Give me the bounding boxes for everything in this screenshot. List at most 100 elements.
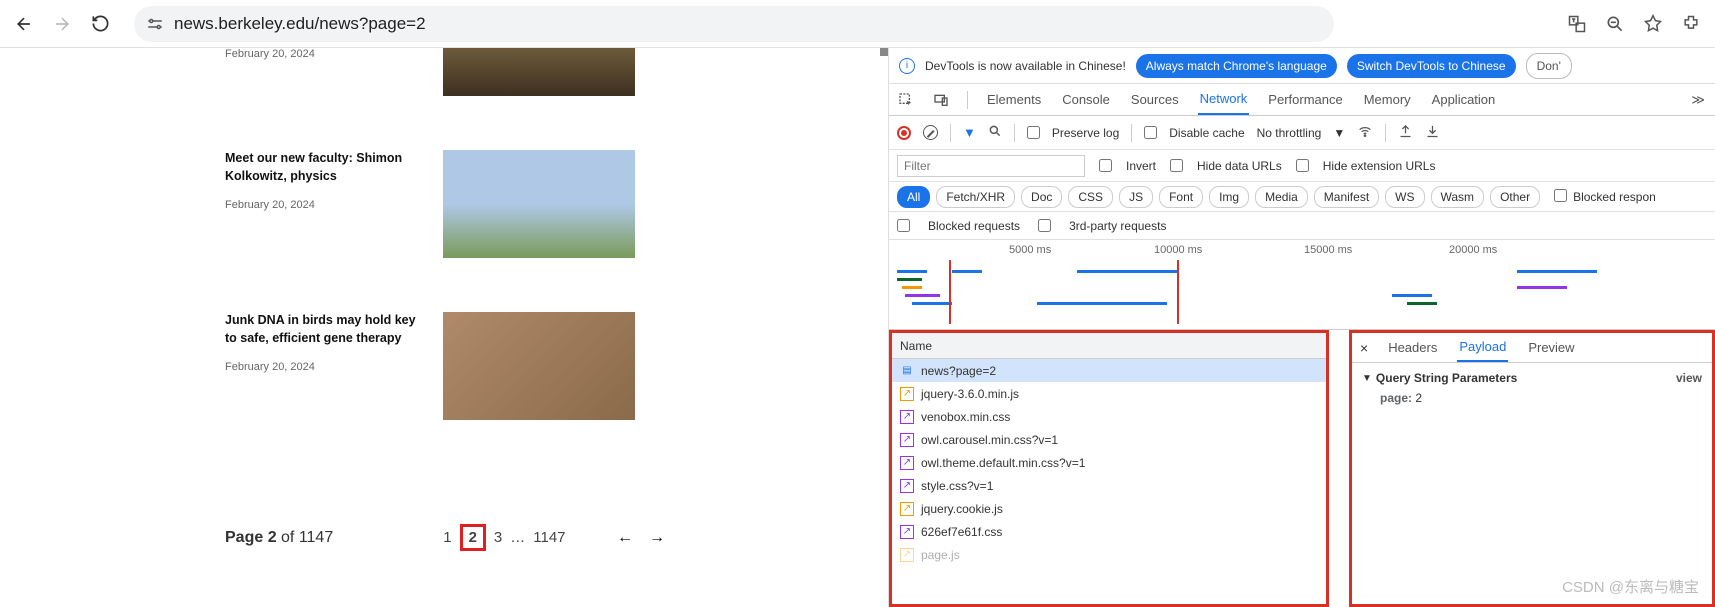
translate-icon[interactable] xyxy=(1565,12,1589,36)
type-other[interactable]: Other xyxy=(1490,186,1540,208)
type-font[interactable]: Font xyxy=(1159,186,1203,208)
type-all[interactable]: All xyxy=(897,186,930,208)
file-type-icon: ▤ xyxy=(900,364,914,378)
detail-tab-headers[interactable]: Headers xyxy=(1386,334,1439,361)
file-type-icon: ↗ xyxy=(900,387,914,401)
type-media[interactable]: Media xyxy=(1255,186,1308,208)
filter-icon[interactable]: ▼ xyxy=(963,125,976,140)
forward-button[interactable] xyxy=(50,12,74,36)
request-name: owl.carousel.min.css?v=1 xyxy=(921,433,1058,447)
request-item[interactable]: ↗ page.js xyxy=(892,543,1326,566)
tab-network[interactable]: Network xyxy=(1198,84,1250,115)
device-icon[interactable] xyxy=(932,91,950,109)
type-css[interactable]: CSS xyxy=(1068,186,1113,208)
hide-data-urls-checkbox[interactable] xyxy=(1170,159,1183,172)
request-item[interactable]: ↗jquery.cookie.js xyxy=(892,497,1326,520)
clear-icon[interactable] xyxy=(923,125,938,140)
request-item[interactable]: ↗jquery-3.6.0.min.js xyxy=(892,382,1326,405)
content: February 20, 2024 Meet our new faculty: … xyxy=(0,48,1715,607)
blocked-requests-checkbox[interactable] xyxy=(897,219,910,232)
tab-elements[interactable]: Elements xyxy=(985,85,1043,114)
blocked-response-checkbox[interactable] xyxy=(1554,189,1567,202)
extensions-icon[interactable] xyxy=(1679,12,1703,36)
file-type-icon: ↗ xyxy=(900,479,914,493)
article-image[interactable] xyxy=(443,48,635,96)
back-button[interactable] xyxy=(12,12,36,36)
zoom-icon[interactable] xyxy=(1603,12,1627,36)
detail-tab-payload[interactable]: Payload xyxy=(1457,333,1508,362)
request-name: page.js xyxy=(921,548,960,562)
timeline[interactable]: 5000 ms 10000 ms 15000 ms 20000 ms xyxy=(889,240,1715,330)
detail-section[interactable]: ▼ Query String Parameters view xyxy=(1362,371,1702,385)
view-source-link[interactable]: view xyxy=(1676,371,1702,385)
scroll-indicator[interactable] xyxy=(880,48,888,56)
type-manifest[interactable]: Manifest xyxy=(1314,186,1379,208)
article-item: February 20, 2024 xyxy=(225,48,888,96)
detail-tab-preview[interactable]: Preview xyxy=(1526,334,1576,361)
invert-checkbox[interactable] xyxy=(1099,159,1112,172)
request-item[interactable]: ↗venobox.min.css xyxy=(892,405,1326,428)
article-image[interactable] xyxy=(443,312,635,420)
article-item: Meet our new faculty: Shimon Kolkowitz, … xyxy=(225,150,888,258)
bookmark-icon[interactable] xyxy=(1641,12,1665,36)
hide-ext-urls-checkbox[interactable] xyxy=(1296,159,1309,172)
reload-button[interactable] xyxy=(88,12,112,36)
page-link[interactable]: 1147 xyxy=(533,529,565,546)
article-title[interactable]: Junk DNA in birds may hold key to safe, … xyxy=(225,312,425,347)
banner-switch-button[interactable]: Switch DevTools to Chinese xyxy=(1347,54,1516,78)
type-img[interactable]: Img xyxy=(1209,186,1249,208)
page-link[interactable]: 1 xyxy=(443,529,451,546)
record-icon[interactable] xyxy=(897,126,911,140)
filter-input[interactable] xyxy=(897,155,1085,177)
request-item[interactable]: ↗ owl.carousel.min.css?v=1 xyxy=(892,428,1326,451)
disable-cache-label: Disable cache xyxy=(1169,126,1244,140)
tab-application[interactable]: Application xyxy=(1430,85,1498,114)
request-item[interactable]: ▤news?page=2 xyxy=(892,359,1326,382)
third-party-checkbox[interactable] xyxy=(1038,219,1051,232)
request-item[interactable]: ↗626ef7e61f.css xyxy=(892,520,1326,543)
banner-dont-button[interactable]: Don' xyxy=(1526,53,1572,79)
file-type-icon: ↗ xyxy=(900,548,914,562)
tab-memory[interactable]: Memory xyxy=(1362,85,1413,114)
filter-row: Invert Hide data URLs Hide extension URL… xyxy=(889,150,1715,182)
tab-sources[interactable]: Sources xyxy=(1129,85,1181,114)
preserve-log-checkbox[interactable] xyxy=(1027,126,1040,139)
article-item: Junk DNA in birds may hold key to safe, … xyxy=(225,312,888,420)
page-prev-icon[interactable]: ← xyxy=(617,529,633,547)
page-current[interactable]: 2 xyxy=(460,524,486,551)
tab-performance[interactable]: Performance xyxy=(1266,85,1344,114)
upload-icon[interactable] xyxy=(1398,124,1413,142)
article-date: February 20, 2024 xyxy=(225,199,425,211)
detail-close-icon[interactable]: × xyxy=(1360,340,1368,356)
type-wasm[interactable]: Wasm xyxy=(1431,186,1485,208)
type-ws[interactable]: WS xyxy=(1385,186,1424,208)
type-doc[interactable]: Doc xyxy=(1021,186,1062,208)
page-next-icon[interactable]: → xyxy=(649,529,665,547)
chevron-down-icon[interactable]: ▼ xyxy=(1362,373,1372,384)
banner-match-button[interactable]: Always match Chrome's language xyxy=(1136,54,1337,78)
file-type-icon: ↗ xyxy=(900,502,914,516)
wifi-icon[interactable] xyxy=(1357,123,1373,142)
request-header[interactable]: Name xyxy=(892,333,1326,359)
search-icon[interactable] xyxy=(988,124,1002,141)
browser-toolbar: news.berkeley.edu/news?page=2 xyxy=(0,0,1715,48)
page-area: February 20, 2024 Meet our new faculty: … xyxy=(0,48,889,607)
request-item[interactable]: ↗style.css?v=1 xyxy=(892,474,1326,497)
file-type-icon: ↗ xyxy=(900,433,914,447)
throttling-select[interactable]: No throttling xyxy=(1257,126,1322,140)
throttling-chevron-icon[interactable]: ▼ xyxy=(1333,126,1345,140)
download-icon[interactable] xyxy=(1425,124,1440,142)
inspect-icon[interactable] xyxy=(897,91,915,109)
site-settings-icon[interactable] xyxy=(146,15,164,33)
type-fetch[interactable]: Fetch/XHR xyxy=(936,186,1015,208)
request-item[interactable]: ↗owl.theme.default.min.css?v=1 xyxy=(892,451,1326,474)
page-link[interactable]: 3 xyxy=(494,529,502,546)
url-bar[interactable]: news.berkeley.edu/news?page=2 xyxy=(134,6,1334,42)
article-title[interactable]: Meet our new faculty: Shimon Kolkowitz, … xyxy=(225,150,425,185)
type-js[interactable]: JS xyxy=(1119,186,1153,208)
disable-cache-checkbox[interactable] xyxy=(1144,126,1157,139)
preserve-log-label: Preserve log xyxy=(1052,126,1119,140)
tab-more-icon[interactable]: ≫ xyxy=(1689,85,1707,115)
tab-console[interactable]: Console xyxy=(1060,85,1112,114)
article-image[interactable] xyxy=(443,150,635,258)
